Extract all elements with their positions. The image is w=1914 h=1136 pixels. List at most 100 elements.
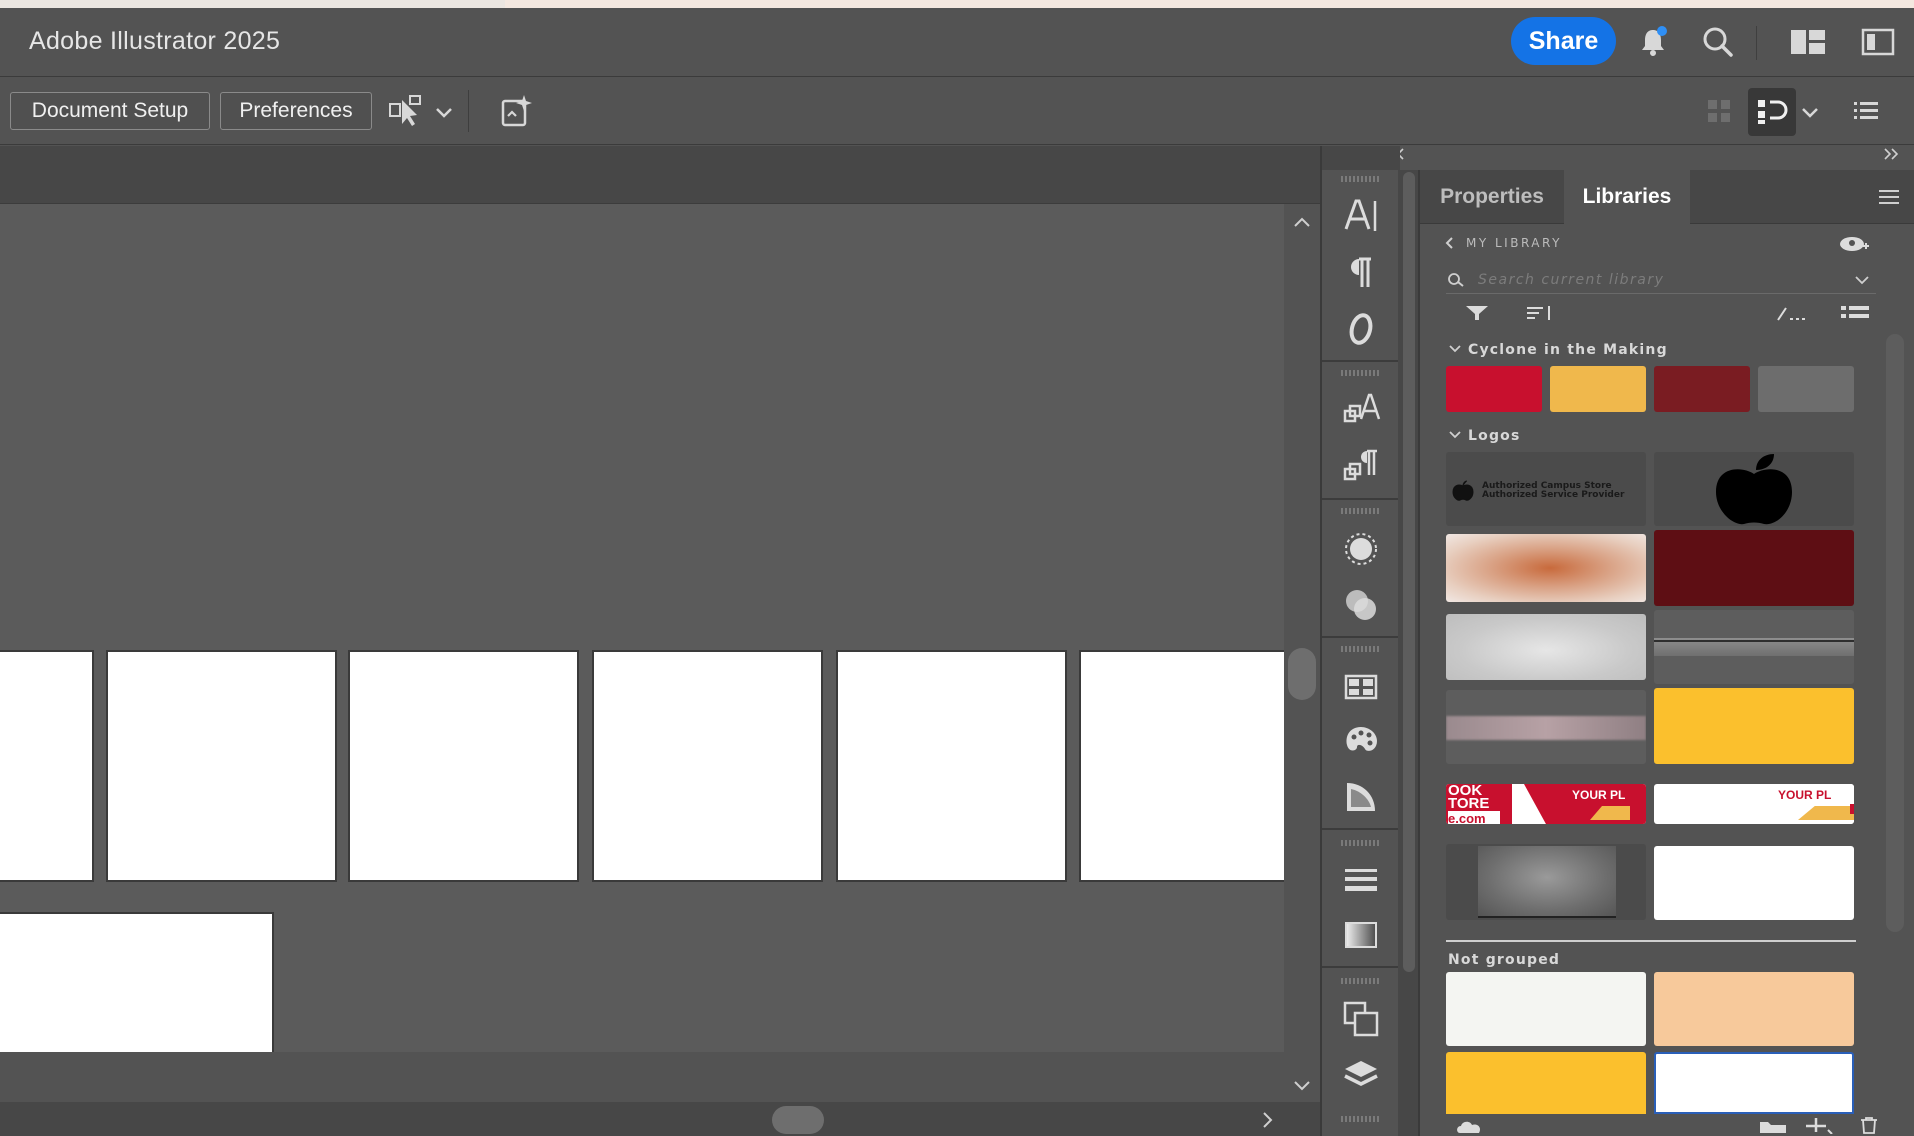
grip-handle[interactable]: [1341, 978, 1381, 984]
folder-icon[interactable]: [1758, 1118, 1788, 1134]
panel-scroll-thumb[interactable]: [1886, 334, 1904, 932]
group-header-cyclone[interactable]: Cyclone in the Making: [1448, 342, 1668, 358]
artboard[interactable]: [594, 652, 821, 880]
cloud-sync-icon[interactable]: [1454, 1118, 1486, 1134]
artboard[interactable]: [350, 652, 577, 880]
color-palette-icon[interactable]: [1338, 718, 1384, 764]
color-swatch[interactable]: [1550, 366, 1646, 412]
grip-handle[interactable]: [1341, 646, 1381, 652]
logo-tile-gray-blur[interactable]: [1446, 844, 1646, 920]
group-name: Cyclone in the Making: [1468, 342, 1668, 358]
artboard[interactable]: [1081, 652, 1284, 880]
banner-your-text: YOUR PL: [1572, 788, 1626, 802]
swatches-icon[interactable]: [1338, 664, 1384, 710]
cloud-collaborate-icon[interactable]: [1838, 234, 1870, 258]
logo-tile-blurred-orange[interactable]: [1446, 534, 1646, 602]
list-menu-icon[interactable]: [1852, 98, 1880, 124]
chevron-down-icon[interactable]: [1448, 344, 1462, 354]
logo-tile-maroon[interactable]: [1654, 530, 1854, 606]
chevron-down-icon[interactable]: [1448, 430, 1462, 440]
arrange-panels-button[interactable]: [1748, 88, 1796, 136]
vertical-scroll-thumb[interactable]: [1288, 648, 1316, 700]
color-swatch[interactable]: [1446, 366, 1542, 412]
logo-tile-gray-bar[interactable]: [1654, 610, 1854, 684]
panel-tab-bar: Properties Libraries: [1420, 170, 1914, 224]
horizontal-scroll-thumb[interactable]: [772, 1106, 824, 1134]
scroll-down-icon[interactable]: [1292, 1078, 1312, 1097]
color-swatch[interactable]: [1654, 1052, 1854, 1114]
collapse-right-icon[interactable]: [1882, 146, 1900, 165]
trash-icon[interactable]: [1858, 1116, 1880, 1134]
character-icon[interactable]: [1338, 192, 1384, 238]
grip-handle[interactable]: [1341, 1116, 1381, 1122]
logo-tile-yellow[interactable]: [1654, 688, 1854, 764]
preferences-button[interactable]: Preferences: [220, 92, 372, 130]
logo-tile-white[interactable]: [1654, 846, 1854, 920]
transparency-icon[interactable]: [1338, 582, 1384, 628]
add-icon[interactable]: [1804, 1116, 1834, 1134]
tool-divider: [1322, 498, 1398, 500]
logo-tile-your-banner[interactable]: YOUR PL: [1654, 784, 1854, 824]
panel-toggle-icon[interactable]: [1858, 22, 1898, 62]
artboard[interactable]: [0, 652, 92, 880]
strip-scroll-thumb[interactable]: [1403, 172, 1415, 972]
chevron-down-icon[interactable]: [1800, 102, 1820, 122]
group-header-not-grouped: Not grouped: [1448, 952, 1561, 968]
search-input[interactable]: Search current library: [1478, 272, 1664, 288]
logo-tile-apple[interactable]: [1654, 452, 1854, 526]
color-swatch[interactable]: [1446, 1052, 1646, 1114]
tab-libraries[interactable]: Libraries: [1564, 170, 1690, 224]
appearance-icon[interactable]: [1338, 526, 1384, 572]
color-guide-icon[interactable]: [1338, 774, 1384, 820]
artboard-canvas[interactable]: [0, 204, 1284, 1052]
layers-icon[interactable]: [1338, 1052, 1384, 1098]
edit-icon[interactable]: [1776, 304, 1806, 326]
scroll-up-icon[interactable]: [1292, 214, 1312, 233]
group-header-logos[interactable]: Logos: [1448, 428, 1521, 444]
logo-tile-mauve-bar[interactable]: [1446, 690, 1646, 764]
library-search[interactable]: Search current library: [1446, 266, 1876, 294]
chevron-down-icon[interactable]: [434, 102, 454, 122]
grid-view-icon[interactable]: [1706, 98, 1732, 124]
paragraph-icon[interactable]: [1338, 250, 1384, 296]
share-button[interactable]: Share: [1511, 17, 1616, 65]
sort-icon[interactable]: [1526, 304, 1556, 326]
generative-ai-icon[interactable]: [498, 92, 536, 130]
search-icon[interactable]: [1698, 22, 1738, 62]
tab-properties[interactable]: Properties: [1420, 170, 1564, 224]
scroll-right-icon[interactable]: [1260, 1110, 1274, 1134]
color-swatch[interactable]: [1758, 366, 1854, 412]
workspace-layout-icon[interactable]: [1788, 22, 1828, 62]
tool-divider: [1322, 636, 1398, 638]
artboard[interactable]: [108, 652, 335, 880]
document-setup-button[interactable]: Document Setup: [10, 92, 210, 130]
color-swatch[interactable]: [1654, 972, 1854, 1046]
grip-handle[interactable]: [1341, 176, 1381, 182]
artboard[interactable]: [0, 914, 272, 1052]
stroke-icon[interactable]: [1338, 856, 1384, 902]
opentype-icon[interactable]: [1338, 306, 1384, 352]
back-chevron-icon[interactable]: [1444, 236, 1456, 250]
color-swatch[interactable]: [1446, 972, 1646, 1046]
logo-tile-blurred-gray[interactable]: [1446, 614, 1646, 680]
artboards-icon[interactable]: [1338, 996, 1384, 1042]
list-view-icon[interactable]: [1840, 304, 1870, 326]
gradient-icon[interactable]: [1338, 912, 1384, 958]
grip-handle[interactable]: [1341, 840, 1381, 846]
filter-icon[interactable]: [1464, 304, 1490, 326]
grip-handle[interactable]: [1341, 508, 1381, 514]
color-swatch[interactable]: [1654, 366, 1750, 412]
horizontal-scrollbar[interactable]: [0, 1102, 1320, 1136]
banner-left-mid: TORE: [1448, 795, 1490, 812]
library-back[interactable]: MY LIBRARY: [1444, 236, 1562, 250]
notification-bell-icon[interactable]: [1633, 22, 1673, 62]
grip-handle[interactable]: [1341, 370, 1381, 376]
artboard[interactable]: [838, 652, 1065, 880]
paragraph-styles-icon[interactable]: [1338, 442, 1384, 488]
character-styles-icon[interactable]: [1338, 386, 1384, 432]
panel-menu-icon[interactable]: [1878, 188, 1900, 210]
chevron-down-icon[interactable]: [1854, 274, 1870, 286]
selection-tool-icon[interactable]: [388, 94, 424, 130]
logo-tile-campus-store[interactable]: Authorized Campus Store Authorized Servi…: [1446, 452, 1646, 526]
logo-tile-bookstore-banner[interactable]: OOK TORE e.com YOUR PL: [1446, 784, 1646, 824]
